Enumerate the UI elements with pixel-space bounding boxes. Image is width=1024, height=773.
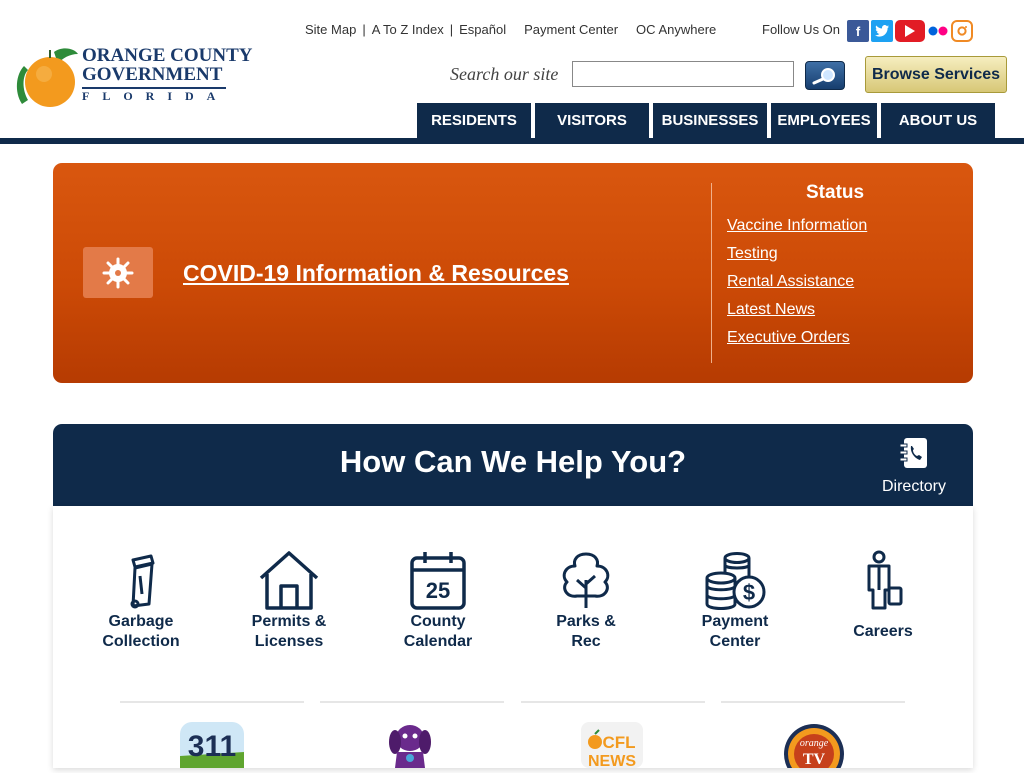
service-label: Careers xyxy=(853,623,913,640)
divider xyxy=(721,701,905,703)
svg-text:CFL: CFL xyxy=(602,733,635,752)
orange-county-logo[interactable]: ORANGE COUNTY GOVERNMENT FLORIDA xyxy=(14,44,253,112)
social-links: f xyxy=(847,20,973,42)
testing-link[interactable]: Testing xyxy=(727,245,778,262)
directory-button[interactable]: Directory xyxy=(881,437,947,496)
search-label: Search our site xyxy=(450,64,559,84)
search-button[interactable] xyxy=(805,61,845,90)
a-to-z-link[interactable]: A To Z Index xyxy=(372,22,444,37)
service-county-calendar[interactable]: 25 County Calendar xyxy=(368,550,508,652)
orange-fruit-icon xyxy=(16,48,78,107)
service-label: Parks & Rec xyxy=(556,613,616,650)
phone-book-icon xyxy=(899,438,927,468)
main-nav: RESIDENTS VISITORS BUSINESSES EMPLOYEES … xyxy=(417,103,995,138)
separator: | xyxy=(449,22,454,37)
help-title: How Can We Help You? xyxy=(339,444,687,479)
list-item: Executive Orders xyxy=(727,328,867,356)
service-label: County Calendar xyxy=(403,613,473,650)
nav-employees[interactable]: EMPLOYEES xyxy=(771,103,877,138)
instagram-icon[interactable] xyxy=(951,20,973,42)
follow-us-label: Follow Us On xyxy=(762,22,841,37)
virus-icon-box xyxy=(83,247,153,298)
search-input[interactable] xyxy=(572,61,794,87)
divider xyxy=(320,701,504,703)
facebook-icon[interactable]: f xyxy=(847,20,869,42)
youtube-icon[interactable] xyxy=(895,20,925,42)
site-header: ORANGE COUNTY GOVERNMENT FLORIDA Site Ma… xyxy=(0,0,1024,145)
person-briefcase-icon xyxy=(867,550,903,610)
executive-orders-link[interactable]: Executive Orders xyxy=(727,329,850,346)
vaccine-information-link[interactable]: Vaccine Information xyxy=(727,217,867,234)
divider xyxy=(521,701,705,703)
list-item: Latest News xyxy=(727,300,867,328)
service-parks-rec[interactable]: Parks & Rec xyxy=(516,550,656,652)
calendar-day: 25 xyxy=(426,578,450,603)
list-item: Rental Assistance xyxy=(727,272,867,300)
nav-visitors[interactable]: VISITORS xyxy=(535,103,649,138)
latest-news-link[interactable]: Latest News xyxy=(727,301,815,318)
divider xyxy=(120,701,304,703)
service-label: Payment Center xyxy=(701,613,769,650)
service-careers[interactable]: Careers xyxy=(813,550,953,642)
covid-resources-link[interactable]: COVID-19 Information & Resources xyxy=(183,260,569,287)
nav-about-us[interactable]: ABOUT US xyxy=(881,103,995,138)
site-map-link[interactable]: Site Map xyxy=(305,22,356,37)
nav-businesses[interactable]: BUSINESSES xyxy=(653,103,767,138)
svg-text:NEWS: NEWS xyxy=(588,753,636,768)
svg-text:311: 311 xyxy=(188,730,236,763)
service-permits-licenses[interactable]: Permits & Licenses xyxy=(219,550,359,652)
magnifier-icon xyxy=(812,67,835,84)
separator: | xyxy=(362,22,366,37)
service-payment-center[interactable]: $ Payment Center xyxy=(665,550,805,652)
twitter-icon[interactable] xyxy=(871,20,893,42)
svg-text:$: $ xyxy=(743,580,755,605)
311-logo[interactable]: 311 xyxy=(180,722,244,773)
list-item: Vaccine Information xyxy=(727,216,867,244)
service-label: Garbage Collection xyxy=(102,613,180,650)
logo-text: ORANGE COUNTY GOVERNMENT FLORIDA xyxy=(82,45,253,103)
status-links: Vaccine Information Testing Rental Assis… xyxy=(727,216,867,356)
rental-assistance-link[interactable]: Rental Assistance xyxy=(727,273,854,290)
logo-line-3: FLORIDA xyxy=(82,87,229,103)
list-item: Testing xyxy=(727,244,867,272)
dog-mascot-icon[interactable] xyxy=(385,722,435,773)
service-label: Permits & Licenses xyxy=(251,613,327,650)
status-title: Status xyxy=(806,182,865,203)
header-bottom-bar xyxy=(0,138,1024,144)
nav-residents[interactable]: RESIDENTS xyxy=(417,103,531,138)
tree-icon xyxy=(562,552,610,608)
garbage-can-icon xyxy=(130,554,155,609)
payment-center-link[interactable]: Payment Center xyxy=(524,22,618,37)
house-icon xyxy=(259,551,319,610)
flickr-icon[interactable] xyxy=(927,20,949,42)
coins-icon: $ xyxy=(705,552,766,610)
logo-line-1: ORANGE COUNTY xyxy=(82,45,253,66)
covid-banner: COVID-19 Information & Resources Status … xyxy=(53,163,973,383)
help-header: How Can We Help You? Directory xyxy=(53,424,973,506)
logo-line-2: GOVERNMENT xyxy=(82,64,223,85)
cfl-news-logo[interactable]: CFL NEWS xyxy=(581,722,643,773)
espanol-link[interactable]: Español xyxy=(459,22,506,37)
svg-text:TV: TV xyxy=(803,751,826,768)
utility-links: Site Map | A To Z Index | Español Payment Cen… xyxy=(305,22,716,37)
directory-label: Directory xyxy=(881,478,946,495)
service-garbage-collection[interactable]: Garbage Collection xyxy=(71,550,211,652)
calendar-icon: 25 xyxy=(410,552,466,610)
virus-icon xyxy=(102,257,134,288)
browse-services-button[interactable]: Browse Services xyxy=(865,56,1007,93)
orange-tv-logo[interactable]: orange TV xyxy=(782,722,846,773)
oc-anywhere-link[interactable]: OC Anywhere xyxy=(636,22,716,37)
help-services-panel: Garbage Collection Permits & Licenses 25 C… xyxy=(53,506,973,773)
svg-text:orange: orange xyxy=(800,738,829,749)
banner-divider xyxy=(711,183,712,363)
